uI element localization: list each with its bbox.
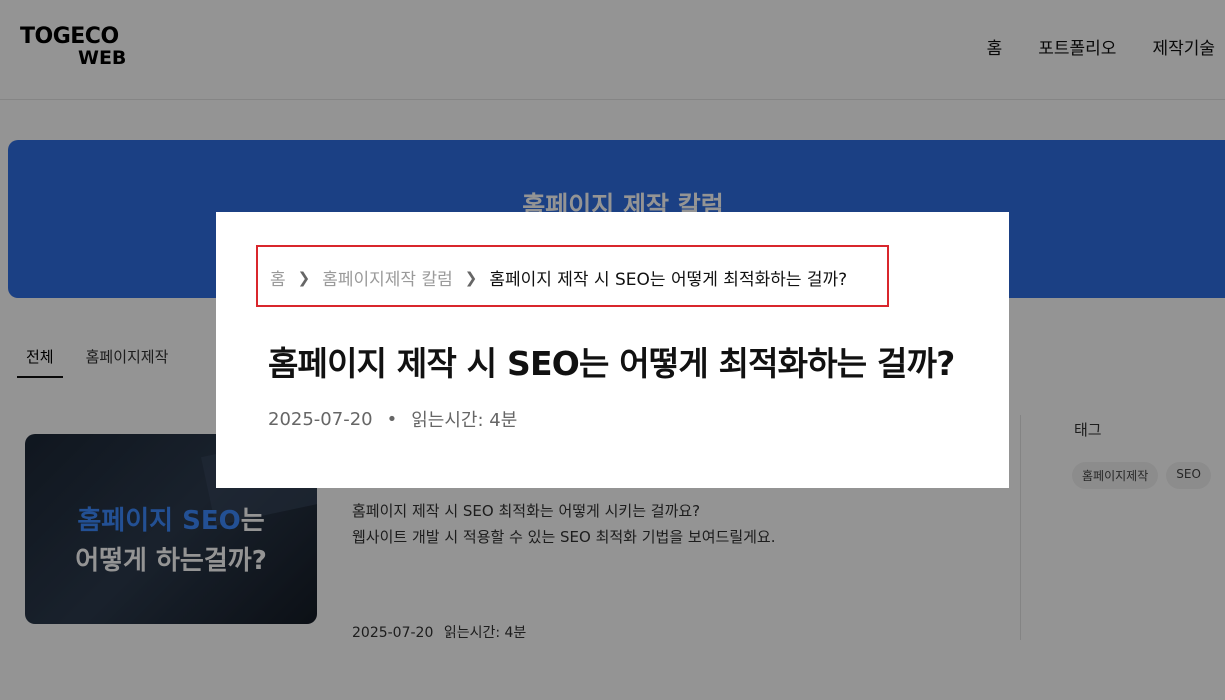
post-meta: 2025-07-20 • 읽는시간: 4분 [268,406,517,432]
zoomed-post-header: 홈 ❯ 홈페이지제작 칼럼 ❯ 홈페이지 제작 시 SEO는 어떻게 최적화하는… [216,212,1009,488]
dot-separator-icon: • [386,408,398,430]
chevron-right-icon: ❯ [464,268,478,287]
post-title: 홈페이지 제작 시 SEO는 어떻게 최적화하는 걸까? [268,344,955,383]
post-date: 2025-07-20 [268,408,373,430]
breadcrumb-current: 홈페이지 제작 시 SEO는 어떻게 최적화하는 걸까? [489,270,848,290]
breadcrumb-highlight-box: 홈 ❯ 홈페이지제작 칼럼 ❯ 홈페이지 제작 시 SEO는 어떻게 최적화하는… [256,245,889,307]
chevron-right-icon: ❯ [297,268,311,287]
post-read-time: 읽는시간: 4분 [411,410,518,431]
breadcrumb-home[interactable]: 홈 [270,265,286,290]
breadcrumb-category[interactable]: 홈페이지제작 칼럼 [322,265,453,290]
breadcrumb: 홈 ❯ 홈페이지제작 칼럼 ❯ 홈페이지 제작 시 SEO는 어떻게 최적화하는… [270,265,848,291]
